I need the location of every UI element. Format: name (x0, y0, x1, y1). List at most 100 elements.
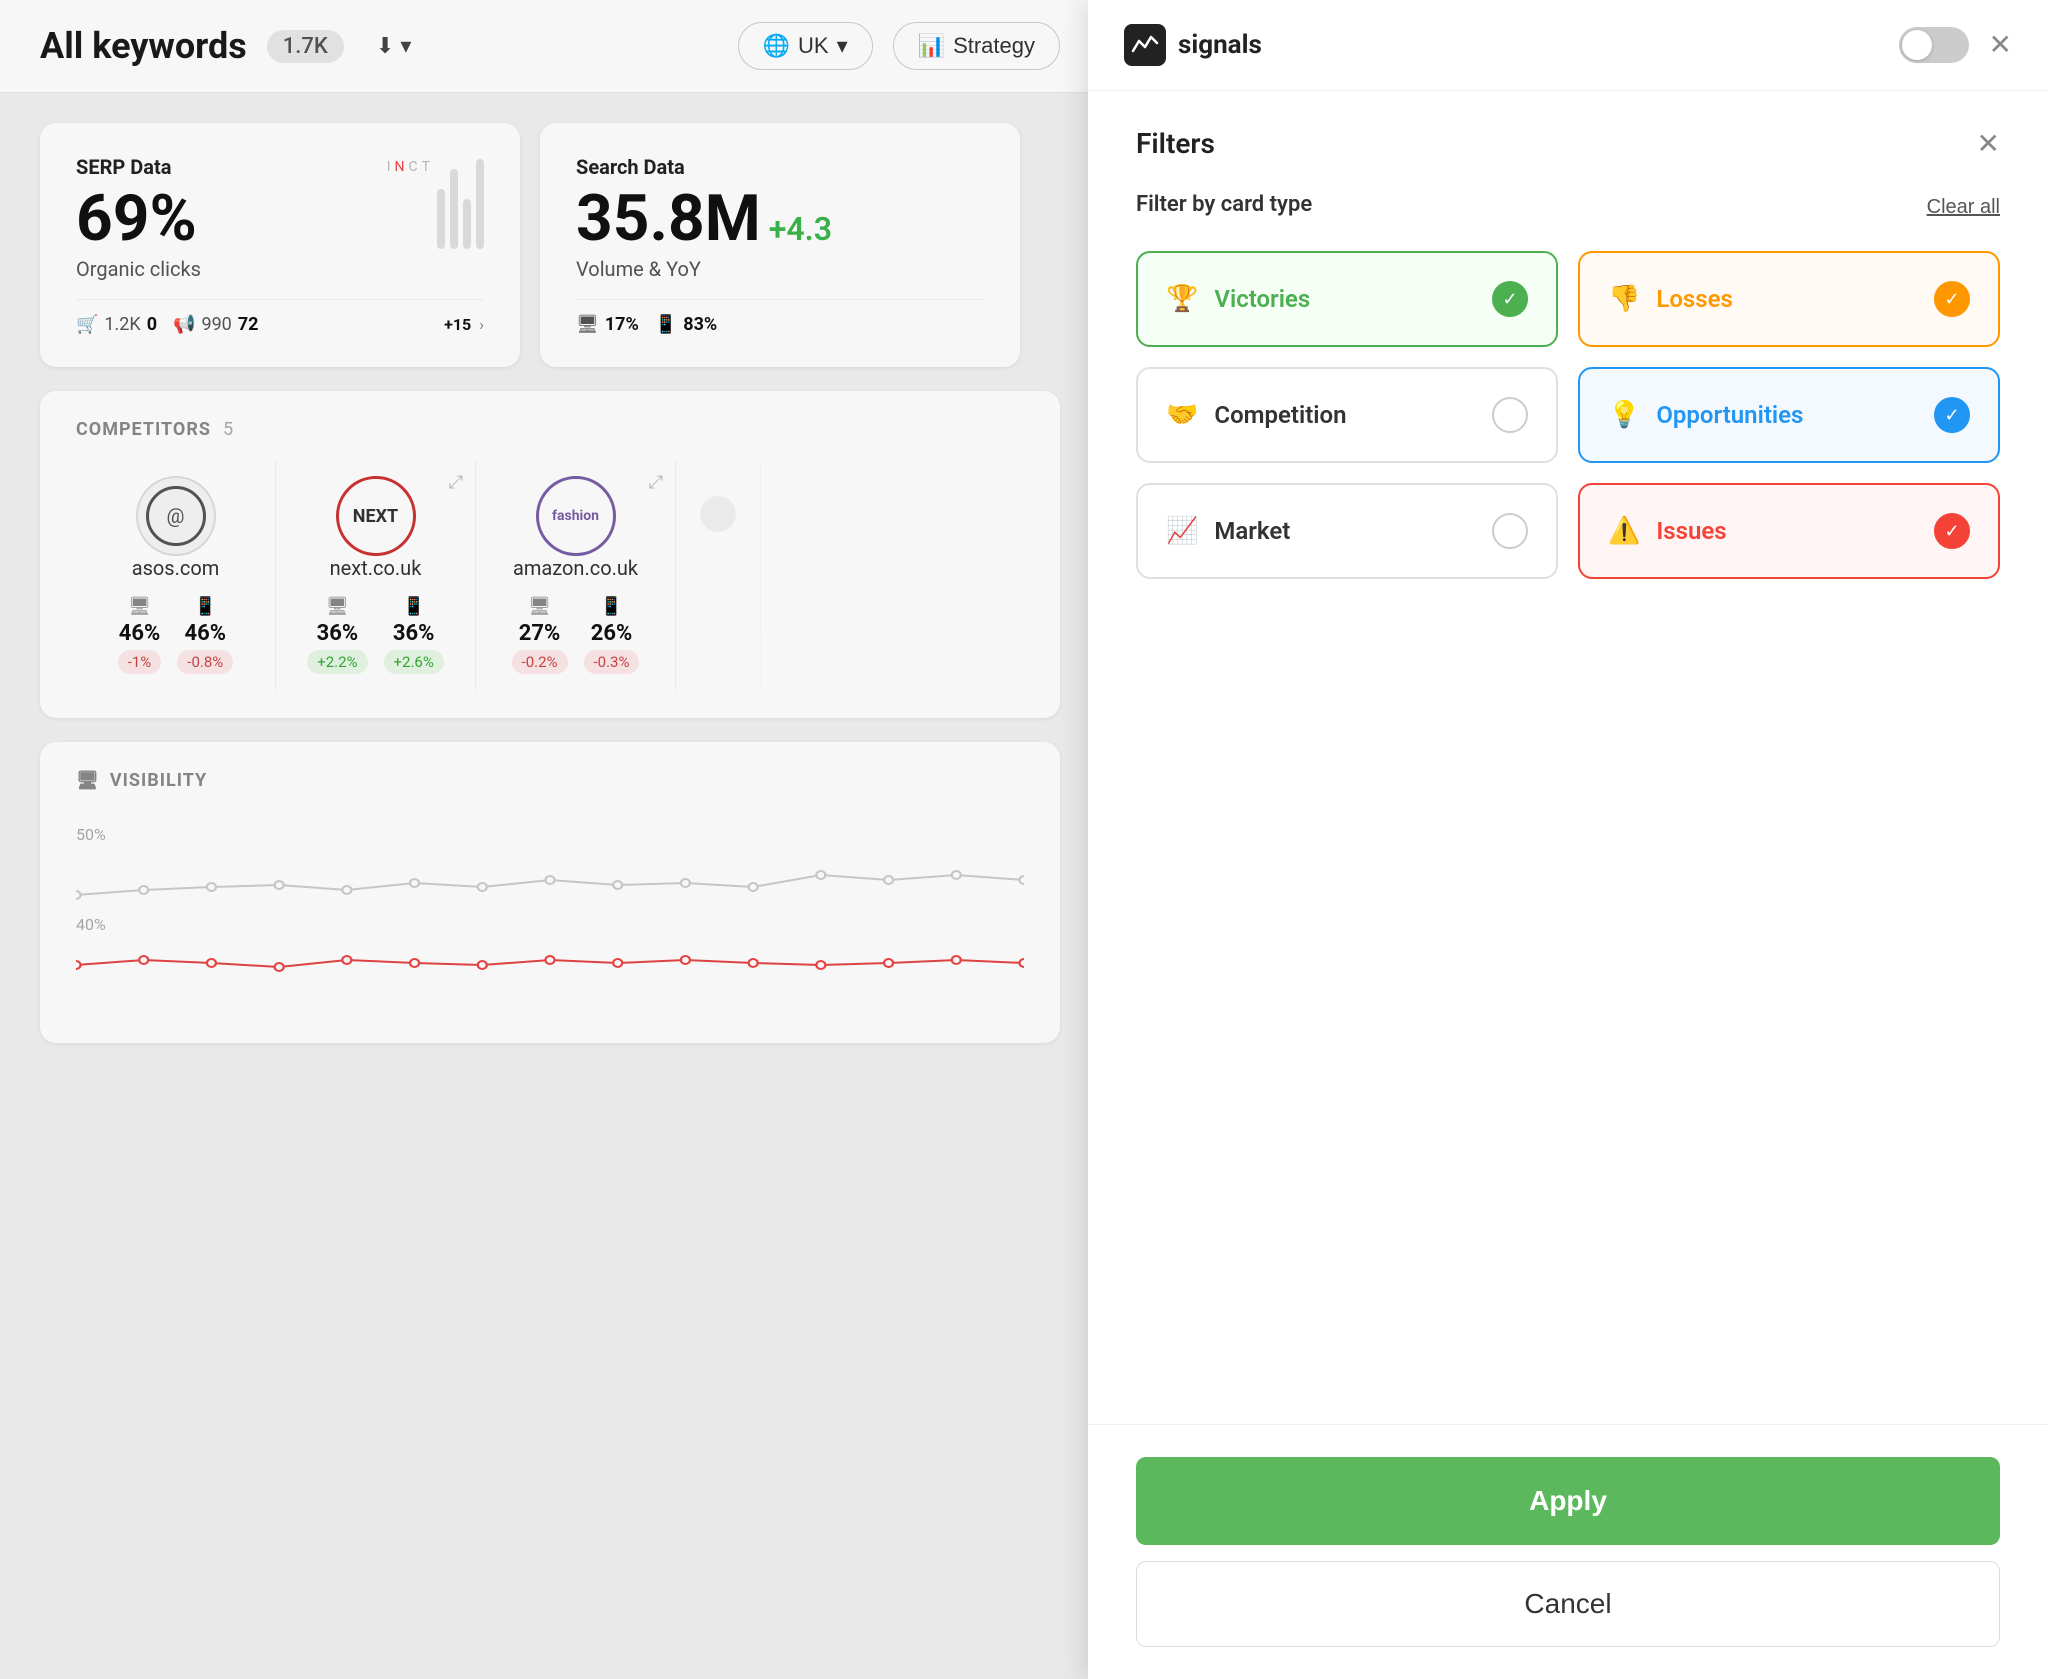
main-content: SERP Data 69% Organic clicks I N C T (0, 93, 1100, 1073)
asos-name: asos.com (132, 556, 220, 580)
serp-card-value: 69% (76, 187, 484, 251)
left-panel: All keywords 1.7K ⬇ ▾ 🌐 UK ▾ 📊 Strategy … (0, 0, 1100, 1679)
apply-button[interactable]: Apply (1136, 1457, 2000, 1545)
visibility-title-text: VISIBILITY (110, 770, 207, 791)
desktop-stat: 🖥 17% (576, 314, 639, 335)
search-card-footer: 🖥 17% 📱 83% (576, 299, 984, 335)
amazon-name: amazon.co.uk (513, 556, 638, 580)
visibility-chart (76, 815, 1024, 995)
visibility-header: 🖥 VISIBILITY (76, 770, 1024, 791)
competitor-next: ⤢ NEXT next.co.uk 🖥 36% +2.2% 📱 36% +2.6… (276, 460, 476, 690)
signals-logo (1124, 24, 1166, 66)
filters-title: Filters (1136, 127, 1215, 160)
asos-mobile-stat: 📱 46% -0.8% (177, 596, 233, 674)
expand-icon[interactable]: ⤢ (649, 472, 663, 493)
competitors-count: 5 (223, 419, 233, 440)
competitor-asos: @ asos.com 🖥 46% -1% 📱 46% -0.8% (76, 460, 276, 690)
cancel-button[interactable]: Cancel (1136, 1561, 2000, 1647)
top-bar: All keywords 1.7K ⬇ ▾ 🌐 UK ▾ 📊 Strategy (0, 0, 1100, 93)
asos-logo: @ (136, 476, 216, 556)
asos-stats: 🖥 46% -1% 📱 46% -0.8% (118, 596, 234, 674)
competition-check (1492, 397, 1528, 433)
change-stat: +15 › (444, 315, 484, 334)
ad-icon: 📢 (173, 314, 195, 335)
amazon-mobile-stat: 📱 26% -0.3% (584, 596, 640, 674)
desktop-icon: 🖥 (576, 314, 599, 335)
competitor-amazon: ⤢ fashion amazon.co.uk 🖥 27% -0.2% 📱 26%… (476, 460, 676, 690)
losses-icon: 👎 (1608, 284, 1640, 314)
losses-label: Losses (1656, 285, 1733, 313)
filter-card-victories[interactable]: 🏆 Victories ✓ (1136, 251, 1558, 347)
serp-card-footer: 🛒 1.2K 0 📢 990 72 +15 › (76, 299, 484, 335)
inct-label-i: I (387, 159, 391, 175)
mobile-icon: 📱 (402, 596, 424, 617)
chart-area: 50% 40% (76, 815, 1024, 1015)
inct-label-n: N (395, 159, 405, 175)
next-mobile-stat: 📱 36% +2.6% (384, 596, 444, 674)
serp-card: SERP Data 69% Organic clicks I N C T (40, 123, 520, 367)
desktop-icon: 🖥 (326, 596, 349, 617)
chart-icon: 📊 (918, 33, 945, 59)
signals-toggle[interactable] (1899, 27, 1969, 63)
competitors-title: COMPETITORS (76, 419, 211, 440)
victories-check: ✓ (1492, 281, 1528, 317)
opportunities-check: ✓ (1934, 397, 1970, 433)
victories-label: Victories (1214, 285, 1310, 313)
filter-close-button[interactable]: ✕ (1977, 130, 2000, 158)
search-card-suffix: +4.3 (769, 210, 832, 248)
ad-stat: 📢 990 72 (173, 314, 258, 335)
competitors-section: COMPETITORS 5 @ asos.com 🖥 46% -1% (40, 391, 1060, 718)
search-card-sub: Volume & YoY (576, 257, 984, 281)
y-label-50: 50% (76, 825, 106, 844)
download-button[interactable]: ⬇ ▾ (364, 27, 424, 65)
losses-check: ✓ (1934, 281, 1970, 317)
next-name: next.co.uk (330, 556, 422, 580)
market-icon: 📈 (1166, 516, 1198, 546)
cart-icon: 🛒 (76, 314, 98, 335)
market-check (1492, 513, 1528, 549)
signals-header: signals ✕ (1088, 0, 2048, 91)
filter-card-market[interactable]: 📈 Market (1136, 483, 1558, 579)
filter-header-row: Filters ✕ (1136, 127, 2000, 160)
clear-all-button[interactable]: Clear all (1927, 196, 2000, 219)
region-selector[interactable]: 🌐 UK ▾ (738, 22, 873, 70)
opportunities-icon: 💡 (1608, 400, 1640, 430)
filter-body: Filters ✕ Filter by card type Clear all … (1088, 91, 2048, 1424)
amazon-desktop-stat: 🖥 27% -0.2% (512, 596, 568, 674)
y-label-40: 40% (76, 915, 106, 934)
top-bar-right: 🌐 UK ▾ 📊 Strategy (738, 22, 1060, 70)
mobile-stat: 📱 83% (655, 314, 717, 335)
desktop-icon: 🖥 (528, 596, 551, 617)
filter-card-losses[interactable]: 👎 Losses ✓ (1578, 251, 2000, 347)
issues-check: ✓ (1934, 513, 1970, 549)
filter-card-issues[interactable]: ⚠️ Issues ✓ (1578, 483, 2000, 579)
filter-card-opportunities[interactable]: 💡 Opportunities ✓ (1578, 367, 2000, 463)
search-card-label: Search Data (576, 155, 984, 179)
fashion-logo: fashion (536, 476, 616, 556)
inct-label-t: T (422, 159, 430, 175)
cart-stat: 🛒 1.2K 0 (76, 314, 157, 335)
keyword-count-badge: 1.7K (267, 30, 344, 63)
issues-icon: ⚠️ (1608, 516, 1640, 546)
inct-label-c: C (409, 159, 418, 175)
competitors-row: @ asos.com 🖥 46% -1% 📱 46% -0.8% (76, 460, 1024, 690)
filter-panel: signals ✕ Filters ✕ Filter by card type … (1088, 0, 2048, 1679)
signals-close-button[interactable]: ✕ (1989, 31, 2012, 59)
victories-icon: 🏆 (1166, 284, 1198, 314)
expand-icon[interactable]: ⤢ (449, 472, 463, 493)
filter-card-competition[interactable]: 🤝 Competition (1136, 367, 1558, 463)
opportunities-label: Opportunities (1656, 401, 1803, 429)
filter-card-type-label: Filter by card type (1136, 192, 1312, 217)
signals-brand: signals (1124, 24, 1262, 66)
amazon-stats: 🖥 27% -0.2% 📱 26% -0.3% (512, 596, 640, 674)
page-title: All keywords (40, 25, 247, 67)
filter-section-header: Filter by card type Clear all (1136, 192, 2000, 223)
serp-card-sub: Organic clicks (76, 257, 484, 281)
next-desktop-stat: 🖥 36% +2.2% (307, 596, 367, 674)
strategy-button[interactable]: 📊 Strategy (893, 22, 1060, 70)
competition-label: Competition (1214, 401, 1346, 429)
asos-desktop-stat: 🖥 46% -1% (118, 596, 162, 674)
search-card: Search Data 35.8M +4.3 Volume & YoY 🖥 17… (540, 123, 1020, 367)
signals-toggle-dot (1902, 30, 1932, 60)
filter-footer: Apply Cancel (1088, 1424, 2048, 1679)
